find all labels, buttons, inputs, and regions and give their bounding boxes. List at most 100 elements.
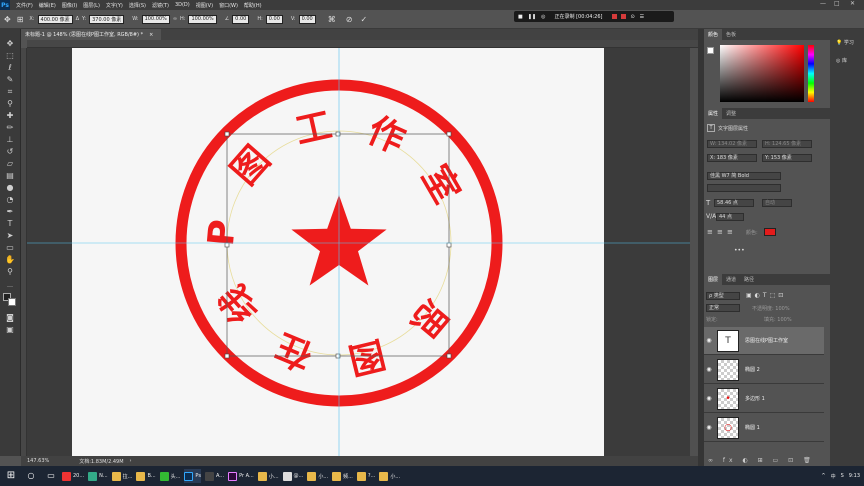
shape-tool-icon[interactable]: ▭ — [4, 243, 16, 253]
eyedropper-tool-icon[interactable]: ⚲ — [4, 99, 16, 109]
type-tool-icon[interactable]: T — [4, 219, 16, 229]
layer-row[interactable]: ◉ 椭圆 2 — [704, 356, 824, 384]
recorder-mark-icon[interactable] — [621, 14, 627, 19]
menu-filter[interactable]: 滤镜(T) — [152, 2, 169, 9]
hue-slider[interactable] — [808, 45, 814, 102]
link-icon[interactable]: ∞ — [173, 16, 177, 22]
lasso-tool-icon[interactable]: ℓ — [4, 63, 16, 73]
tray-ime[interactable]: 中 — [831, 473, 836, 480]
menu-edit[interactable]: 编辑(E) — [39, 2, 56, 9]
taskbar-app[interactable]: ?... — [356, 469, 375, 483]
taskbar-app[interactable]: 20... — [62, 469, 84, 483]
close-tab-icon[interactable]: × — [149, 32, 153, 38]
color-picker-field[interactable] — [720, 45, 804, 102]
height-field[interactable]: 100.00% — [188, 14, 217, 24]
stamp-tool-icon[interactable]: ⊥ — [4, 135, 16, 145]
prop-x[interactable]: X: 183 像素 — [707, 154, 757, 162]
taskbar-app[interactable]: @... — [282, 469, 303, 483]
tracking-field[interactable]: 44 点 — [716, 213, 744, 221]
layer-row[interactable]: ◉ T 思图在线P图工作室 — [704, 327, 824, 355]
tab-color[interactable]: 颜色 — [704, 29, 723, 40]
tray-chevron-icon[interactable]: ^ — [821, 473, 825, 479]
layer-kind-filter[interactable]: ρ 类型 — [706, 292, 740, 300]
healing-tool-icon[interactable]: ✚ — [4, 111, 16, 121]
vskew-field[interactable]: 0.00 — [298, 14, 316, 24]
menu-select[interactable]: 选择(S) — [129, 2, 146, 9]
x-field[interactable]: 400.00 像素 — [37, 14, 73, 24]
warp-icon[interactable]: ⌘ — [328, 15, 336, 24]
commit-transform-icon[interactable]: ✓ — [360, 15, 367, 24]
taskbar-app[interactable]: 小... — [307, 469, 328, 483]
visibility-eye-icon[interactable]: ◉ — [704, 366, 714, 373]
align-left-icon[interactable]: ≡ — [707, 228, 713, 236]
layer-name[interactable]: 多边形 1 — [745, 395, 765, 402]
tab-adjustments[interactable]: 调整 — [722, 108, 740, 119]
opacity-field[interactable]: 不透明度: 100% — [752, 305, 790, 312]
cancel-transform-icon[interactable]: ⊘ — [346, 15, 353, 24]
reference-point-icon[interactable]: ⊞ — [17, 15, 24, 24]
layer-row[interactable]: ◉ ○ 椭圆 1 — [704, 414, 824, 442]
tab-paths[interactable]: 路径 — [740, 274, 758, 285]
taskbar-app[interactable]: 头... — [159, 469, 180, 483]
blur-tool-icon[interactable]: ● — [4, 183, 16, 193]
delta-icon[interactable]: Δ — [76, 16, 79, 22]
tab-swatches[interactable]: 色板 — [722, 29, 740, 40]
layer-name[interactable]: 思图在线P图工作室 — [745, 337, 788, 344]
tab-layers[interactable]: 图层 — [704, 274, 723, 285]
tab-channels[interactable]: 通道 — [722, 274, 740, 285]
font-family-select[interactable]: 佳黑 W7 简 Bold — [707, 172, 781, 180]
align-right-icon[interactable]: ≡ — [727, 228, 733, 236]
menu-file[interactable]: 文件(F) — [16, 2, 33, 9]
pen-tool-icon[interactable]: ✒ — [4, 207, 16, 217]
taskbar-app[interactable]: N... — [88, 469, 108, 483]
taskbar-app-photoshop[interactable]: Ps — [184, 469, 201, 483]
taskbar-app[interactable]: B... — [136, 469, 156, 483]
marquee-tool-icon[interactable]: ⬚ — [4, 51, 16, 61]
prop-width[interactable]: W: 134.02 像素 — [707, 140, 757, 148]
width-field[interactable]: 100.00% — [141, 14, 170, 24]
status-arrow-icon[interactable]: › — [130, 458, 132, 464]
eraser-tool-icon[interactable]: ▱ — [4, 159, 16, 169]
taskbar-app[interactable]: 频... — [332, 469, 353, 483]
zoom-tool-icon[interactable]: ⚲ — [4, 267, 16, 277]
align-center-icon[interactable]: ≡ — [717, 228, 723, 236]
canvas-area[interactable]: 思图在线P图工作室 — [27, 48, 698, 456]
foreground-color-chip[interactable] — [707, 47, 714, 54]
recorder-camera-icon[interactable]: ◎ — [541, 14, 545, 20]
layer-filter-icons[interactable]: ▣◐T⬚⊡ — [746, 292, 786, 299]
search-icon[interactable]: ○ — [24, 469, 38, 483]
document-tab[interactable]: 未标题-1 @ 148% (思图在线P图工作室, RGB/8#) * × — [21, 29, 161, 40]
layer-name[interactable]: 椭圆 2 — [745, 366, 760, 373]
more-tools-icon[interactable]: … — [4, 281, 16, 291]
recorder-settings-icon[interactable]: ☰ — [640, 14, 644, 20]
quick-mask-icon[interactable]: ◙ — [4, 313, 16, 323]
layer-actions-bar[interactable]: ∞ fx ◐ ⊞ ▭ ⊡ 🗑 — [708, 457, 815, 464]
y-field[interactable]: 370.00 像素 — [89, 14, 125, 24]
more-options-icon[interactable]: ••• — [734, 247, 745, 254]
menu-type[interactable]: 文字(Y) — [106, 2, 123, 9]
zoom-level[interactable]: 147.63% — [27, 458, 49, 464]
background-color-swatch[interactable] — [8, 298, 16, 306]
angle-field[interactable]: 0.00 — [232, 14, 250, 24]
menu-image[interactable]: 图像(I) — [62, 2, 77, 9]
quick-select-tool-icon[interactable]: ✎ — [4, 75, 16, 85]
learn-item[interactable]: 💡 学习 — [836, 39, 854, 46]
menu-3d[interactable]: 3D(D) — [175, 2, 190, 8]
menu-view[interactable]: 视图(V) — [196, 2, 213, 9]
menu-help[interactable]: 帮助(H) — [244, 2, 262, 9]
windows-start-icon[interactable]: ⊞ — [4, 469, 18, 483]
text-color-swatch[interactable] — [764, 228, 776, 236]
brush-tool-icon[interactable]: ✏ — [4, 123, 16, 133]
recorder-stop-icon[interactable]: ■ — [518, 14, 523, 20]
font-size-field[interactable]: 58.46 点 — [714, 199, 754, 207]
menu-window[interactable]: 窗口(W) — [219, 2, 238, 9]
menu-layer[interactable]: 图层(L) — [83, 2, 100, 9]
taskbar-app[interactable]: A... — [204, 469, 224, 483]
taskbar-app[interactable]: 拉... — [111, 469, 132, 483]
fill-field[interactable]: 填充: 100% — [764, 316, 792, 323]
hand-tool-icon[interactable]: ✋ — [4, 255, 16, 265]
screen-mode-icon[interactable]: ▣ — [4, 325, 16, 335]
canvas-scrollbar[interactable] — [690, 48, 698, 456]
library-item[interactable]: ◎ 库 — [836, 57, 847, 64]
leading-field[interactable]: 自动 — [762, 199, 792, 207]
